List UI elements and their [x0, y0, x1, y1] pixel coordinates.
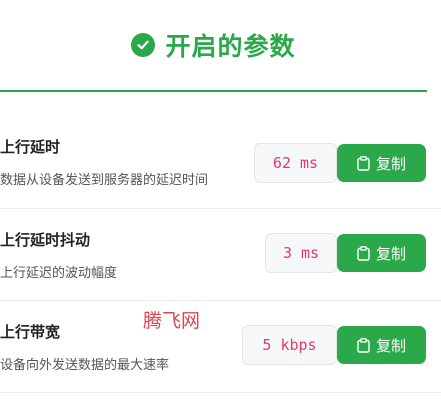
param-label: 上行带宽: [0, 323, 61, 341]
param-label: 上行延时抖动: [0, 231, 91, 249]
section-title: 开启的参数: [165, 32, 296, 61]
copy-button[interactable]: 复制: [337, 326, 426, 364]
param-row-uplink-latency: 上行延时 数据从设备发送到服务器的延迟时间 62 ms 复制: [0, 92, 441, 209]
copy-button[interactable]: 复制: [337, 144, 426, 182]
param-value: 3 ms: [265, 233, 337, 273]
param-description: 数据从设备发送到服务器的延迟时间: [0, 173, 209, 188]
param-row-uplink-bandwidth: 上行带宽 设备向外发送数据的最大速率 5 kbps 复制: [0, 301, 441, 393]
param-label: 上行延时: [0, 138, 61, 156]
param-description: 设备向外发送数据的最大速率: [0, 358, 170, 373]
clipboard-icon: [357, 337, 370, 353]
watermark: 腾飞网: [143, 310, 201, 332]
param-row-uplink-jitter: 上行延时抖动 上行延迟的波动幅度 3 ms 复制: [0, 209, 441, 301]
param-description: 上行延迟的波动幅度: [0, 266, 118, 281]
check-circle-icon: [131, 33, 156, 57]
clipboard-icon: [357, 245, 370, 261]
copy-button[interactable]: 复制: [337, 234, 426, 272]
param-value: 62 ms: [254, 143, 337, 183]
clipboard-icon: [357, 155, 370, 171]
section-header: 开启的参数: [0, 0, 427, 92]
param-value: 5 kbps: [242, 325, 337, 365]
